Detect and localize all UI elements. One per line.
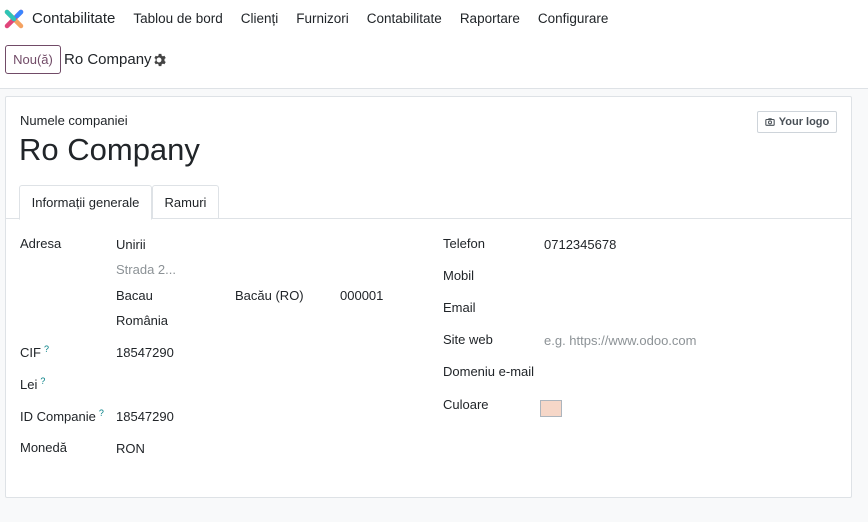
company-name-caption: Numele companiei <box>20 113 128 128</box>
lei-label: Lei? <box>20 376 46 392</box>
logo-upload-label: Your logo <box>778 116 830 128</box>
vat-label: CIF? <box>20 344 49 360</box>
company-id-label: ID Companie? <box>20 408 104 424</box>
logo-upload-button[interactable]: Your logo <box>757 111 837 133</box>
color-swatch[interactable] <box>540 400 562 417</box>
phone-field[interactable]: 0712345678 <box>544 237 616 252</box>
tab-general-info[interactable]: Informații generale <box>19 185 152 220</box>
state-field[interactable]: Bacău (RO) <box>235 288 304 303</box>
street2-field[interactable]: Strada 2... <box>116 262 176 277</box>
gear-icon[interactable] <box>152 53 166 67</box>
form-tabs: Informații generale Ramuri <box>6 185 851 220</box>
website-field[interactable]: e.g. https://www.odoo.com <box>544 333 696 348</box>
control-panel: Nou(ă) Ro Company <box>0 37 868 89</box>
camera-icon <box>765 118 775 126</box>
company-id-field[interactable]: 18547290 <box>116 409 174 424</box>
app-name: Contabilitate <box>32 10 116 27</box>
currency-field[interactable]: RON <box>116 441 145 456</box>
address-label: Adresa <box>20 236 62 251</box>
menu-item-customers[interactable]: Clienți <box>241 11 279 26</box>
country-field[interactable]: România <box>116 313 168 328</box>
menu-item-dashboard[interactable]: Tablou de bord <box>133 11 222 26</box>
menu-item-accounting[interactable]: Contabilitate <box>367 11 442 26</box>
website-label: Site web <box>443 332 493 347</box>
menu-item-reporting[interactable]: Raportare <box>460 11 520 26</box>
company-name-field[interactable]: Ro Company <box>19 132 200 168</box>
main-menu: Tablou de bord Clienți Furnizori Contabi… <box>133 11 626 26</box>
color-label: Culoare <box>443 397 489 412</box>
vat-field[interactable]: 18547290 <box>116 345 174 360</box>
new-button[interactable]: Nou(ă) <box>5 45 61 74</box>
app-brand[interactable]: Contabilitate <box>4 0 115 37</box>
odoo-app-icon <box>4 9 24 28</box>
help-tooltip-icon[interactable]: ? <box>99 408 104 418</box>
street-field[interactable]: Unirii <box>116 237 146 252</box>
zip-field[interactable]: 000001 <box>340 288 383 303</box>
form-sheet: Numele companiei Ro Company Your logo In… <box>5 96 852 498</box>
top-navbar: Contabilitate Tablou de bord Clienți Fur… <box>0 0 868 37</box>
menu-item-vendors[interactable]: Furnizori <box>296 11 349 26</box>
menu-item-configuration[interactable]: Configurare <box>538 11 609 26</box>
tab-branches[interactable]: Ramuri <box>152 185 219 219</box>
email-label: Email <box>443 300 476 315</box>
help-tooltip-icon[interactable]: ? <box>44 344 49 354</box>
currency-label: Monedă <box>20 440 67 455</box>
breadcrumb-record-title: Ro Company <box>64 51 152 68</box>
mobile-label: Mobil <box>443 268 475 283</box>
city-field[interactable]: Bacau <box>116 288 153 303</box>
email-domain-label: Domeniu e-mail <box>443 364 535 379</box>
help-tooltip-icon[interactable]: ? <box>40 376 45 386</box>
phone-label: Telefon <box>443 236 485 251</box>
